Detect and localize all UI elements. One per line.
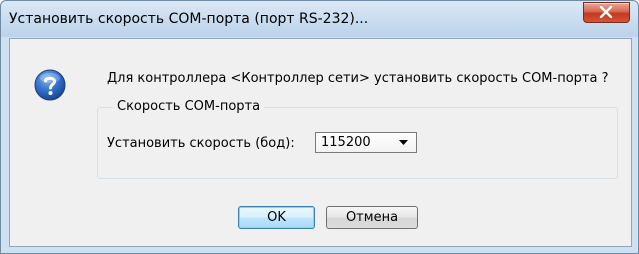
speed-select[interactable]: 115200 xyxy=(315,132,417,153)
question-icon xyxy=(34,69,66,101)
cancel-button[interactable]: Отмена xyxy=(326,206,418,229)
window-title: Установить скорость COM-порта (порт RS-2… xyxy=(9,11,369,27)
speed-label: Установить скорость (бод): xyxy=(107,136,295,151)
groupbox-legend: Скорость COM-порта xyxy=(113,99,265,114)
dialog-body: Для контроллера <Контроллер сети> устано… xyxy=(9,38,632,247)
ok-button[interactable]: OK xyxy=(238,206,315,229)
speed-selected-value: 115200 xyxy=(321,135,371,150)
title-bar[interactable]: Установить скорость COM-порта (порт RS-2… xyxy=(1,1,638,37)
close-icon xyxy=(599,6,613,18)
chevron-down-icon xyxy=(399,140,408,145)
dialog-window: Установить скорость COM-порта (порт RS-2… xyxy=(0,0,639,254)
close-button[interactable] xyxy=(583,2,630,23)
confirm-message: Для контроллера <Контроллер сети> устано… xyxy=(107,71,609,86)
